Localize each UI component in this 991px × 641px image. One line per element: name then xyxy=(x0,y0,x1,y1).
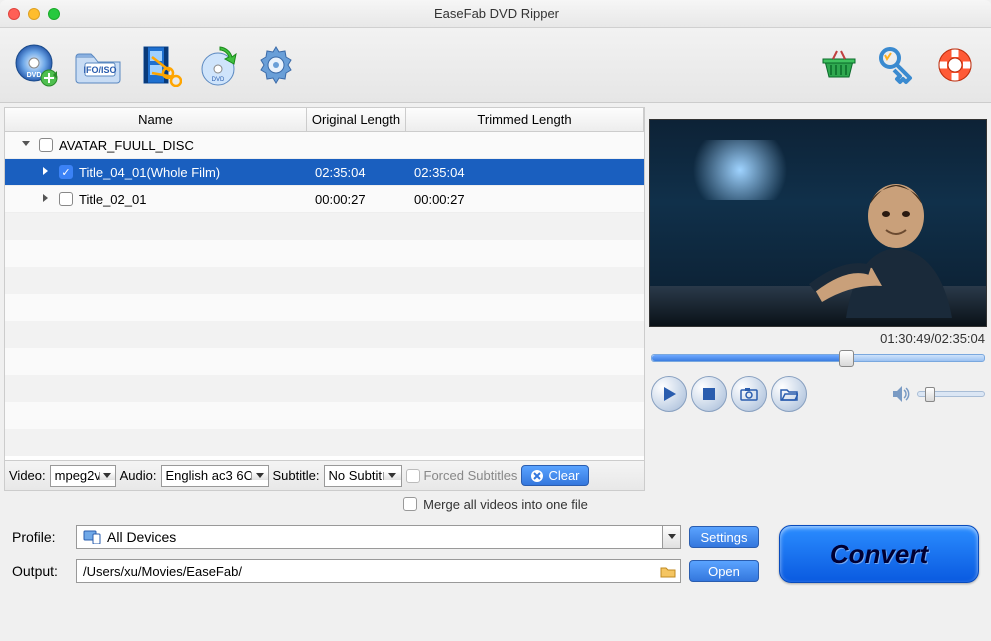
checkbox[interactable] xyxy=(39,138,53,152)
main-area: Name Original Length Trimmed Length AVAT… xyxy=(0,103,991,491)
stream-controls: Video: mpeg2v Audio: English ac3 6C Subt… xyxy=(5,460,644,490)
output-label: Output: xyxy=(12,563,68,579)
dropdown-arrow-icon xyxy=(662,526,680,548)
speaker-icon xyxy=(891,385,911,403)
play-button[interactable] xyxy=(651,376,687,412)
folder-ifo-icon: IFO/ISO xyxy=(72,43,124,87)
player-controls xyxy=(649,376,987,412)
camera-icon xyxy=(740,387,758,401)
disclosure-triangle-icon[interactable] xyxy=(41,166,53,178)
open-output-button[interactable]: Open xyxy=(689,560,759,582)
dropdown-arrow-icon xyxy=(251,472,268,480)
table-header: Name Original Length Trimmed Length xyxy=(5,108,644,132)
preferences-button[interactable] xyxy=(252,41,300,89)
trimmed-length: 00:00:27 xyxy=(406,192,644,207)
key-icon xyxy=(877,45,917,85)
dvd-plus-icon: DVD xyxy=(14,43,58,87)
trimmed-length: 02:35:04 xyxy=(406,165,644,180)
checkbox[interactable]: ✓ xyxy=(59,165,73,179)
disc-to-video-button[interactable]: DVD xyxy=(194,41,242,89)
svg-text:IFO/ISO: IFO/ISO xyxy=(83,65,116,75)
col-header-name[interactable]: Name xyxy=(5,108,307,131)
checkbox[interactable] xyxy=(59,192,73,206)
svg-text:DVD: DVD xyxy=(27,72,42,79)
window-title: EaseFab DVD Ripper xyxy=(60,6,933,21)
subtitle-label: Subtitle: xyxy=(273,468,320,483)
volume-thumb[interactable] xyxy=(925,387,935,402)
devices-icon xyxy=(83,530,101,544)
preview-video[interactable] xyxy=(649,119,987,327)
video-frame-content xyxy=(786,168,966,318)
original-length: 00:00:27 xyxy=(307,192,406,207)
disc-arrow-icon: DVD xyxy=(196,43,240,87)
audio-label: Audio: xyxy=(120,468,157,483)
help-button[interactable] xyxy=(931,41,979,89)
col-header-trimmed[interactable]: Trimmed Length xyxy=(406,108,644,131)
buy-button[interactable] xyxy=(815,41,863,89)
register-button[interactable] xyxy=(873,41,921,89)
stop-button[interactable] xyxy=(691,376,727,412)
play-icon xyxy=(661,386,677,402)
preview-panel: 01:30:49/02:35:04 xyxy=(649,107,987,491)
forced-subtitles-label: Forced Subtitles xyxy=(424,468,518,483)
forced-subtitles-checkbox[interactable] xyxy=(406,469,420,483)
title-row[interactable]: ✓ Title_04_01(Whole Film) 02:35:04 02:35… xyxy=(5,159,644,186)
profile-settings-button[interactable]: Settings xyxy=(689,526,759,548)
profile-select[interactable]: All Devices xyxy=(76,525,681,549)
svg-text:DVD: DVD xyxy=(212,77,225,83)
subtitle-select[interactable]: No Subtit xyxy=(324,465,402,487)
title-bar: EaseFab DVD Ripper xyxy=(0,0,991,28)
merge-label: Merge all videos into one file xyxy=(423,497,588,512)
disclosure-triangle-icon[interactable] xyxy=(41,193,53,205)
bottom-panel: Profile: All Devices Settings Output: /U… xyxy=(0,517,991,607)
video-label: Video: xyxy=(9,468,46,483)
stop-icon xyxy=(702,387,716,401)
audio-select[interactable]: English ac3 6C xyxy=(161,465,269,487)
disclosure-triangle-icon[interactable] xyxy=(21,139,33,151)
folder-open-icon xyxy=(780,387,798,401)
folder-icon xyxy=(660,565,676,578)
volume-slider[interactable] xyxy=(917,391,985,397)
col-header-original[interactable]: Original Length xyxy=(307,108,406,131)
gear-icon xyxy=(254,43,298,87)
table-body: AVATAR_FUULL_DISC ✓ Title_04_01(Whole Fi… xyxy=(5,132,644,460)
clear-button[interactable]: Clear xyxy=(521,465,588,486)
load-dvd-button[interactable]: DVD xyxy=(12,41,60,89)
merge-row: Merge all videos into one file xyxy=(0,491,991,517)
main-toolbar: DVD IFO/ISO DVD xyxy=(0,28,991,103)
profile-label: Profile: xyxy=(12,529,68,545)
film-scissors-icon xyxy=(138,43,182,87)
dropdown-arrow-icon xyxy=(99,472,115,480)
close-window-button[interactable] xyxy=(8,8,20,20)
disc-row[interactable]: AVATAR_FUULL_DISC xyxy=(5,132,644,159)
video-select[interactable]: mpeg2v xyxy=(50,465,116,487)
open-snapshot-folder-button[interactable] xyxy=(771,376,807,412)
title-name: Title_02_01 xyxy=(79,192,146,207)
original-length: 02:35:04 xyxy=(307,165,406,180)
window-controls xyxy=(8,8,60,20)
shopping-basket-icon xyxy=(819,45,859,85)
seek-slider[interactable] xyxy=(651,354,985,362)
clear-x-icon xyxy=(530,469,544,483)
title-list-panel: Name Original Length Trimmed Length AVAT… xyxy=(4,107,645,491)
title-row[interactable]: Title_02_01 00:00:27 00:00:27 xyxy=(5,186,644,213)
time-readout: 01:30:49/02:35:04 xyxy=(649,327,987,350)
disc-name: AVATAR_FUULL_DISC xyxy=(59,138,194,153)
minimize-window-button[interactable] xyxy=(28,8,40,20)
load-ifo-iso-button[interactable]: IFO/ISO xyxy=(70,41,126,89)
dropdown-arrow-icon xyxy=(383,472,400,480)
seek-thumb[interactable] xyxy=(839,350,854,367)
edit-video-button[interactable] xyxy=(136,41,184,89)
convert-button[interactable]: Convert xyxy=(779,525,979,583)
title-name: Title_04_01(Whole Film) xyxy=(79,165,220,180)
zoom-window-button[interactable] xyxy=(48,8,60,20)
lifebuoy-icon xyxy=(935,45,975,85)
merge-checkbox[interactable] xyxy=(403,497,417,511)
output-path-field[interactable]: /Users/xu/Movies/EaseFab/ xyxy=(76,559,681,583)
snapshot-button[interactable] xyxy=(731,376,767,412)
